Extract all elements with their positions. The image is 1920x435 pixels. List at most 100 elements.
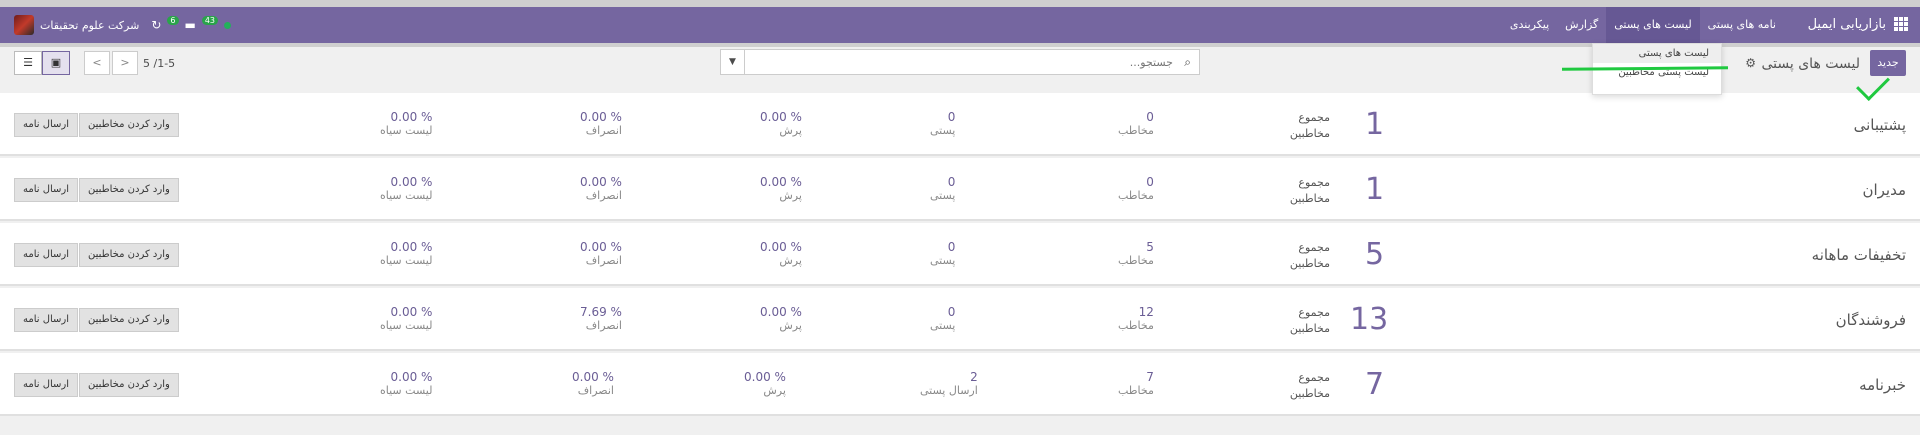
total-label: مجموع مخاطبین xyxy=(1290,370,1330,402)
contact-count: 13 xyxy=(1350,302,1389,337)
stat-value: 0.00 % xyxy=(572,370,614,384)
stat-label: پستی xyxy=(930,254,956,267)
contact-count: 1 xyxy=(1365,107,1385,142)
list-name[interactable]: تخفیفات ماهانه xyxy=(1812,246,1906,264)
total-label-sub: مخاطبین xyxy=(1289,322,1330,335)
import-contacts-button[interactable]: وارد کردن مخاطبین xyxy=(79,243,179,267)
total-label-sub: مخاطبین xyxy=(1289,192,1330,205)
search-options-caret-icon[interactable]: ▼ xyxy=(721,49,745,75)
menu-mailing-lists[interactable]: لیست های پستی xyxy=(1606,7,1700,43)
contact-count: 1 xyxy=(1365,172,1385,207)
app-brand[interactable]: بازاریابی ایمیل xyxy=(1808,17,1886,32)
search-bar: ⌕ ▼ xyxy=(720,49,1200,75)
stat-label: پستی xyxy=(930,189,956,202)
stat-blacklist: 0.00 % لیست سیاه xyxy=(380,305,432,332)
stat-contacts: 5 مخاطب xyxy=(1118,240,1154,267)
total-label: مجموع مخاطبین xyxy=(1290,240,1330,272)
send-mailing-button[interactable]: ارسال نامه xyxy=(14,373,79,397)
search-icon: ⌕ xyxy=(1184,55,1191,69)
stat-label: لیست سیاه xyxy=(380,319,433,332)
stat-label: پرش xyxy=(779,319,802,332)
activity-badge: 6 xyxy=(167,15,179,25)
import-contacts-button[interactable]: وارد کردن مخاطبین xyxy=(79,308,179,332)
contact-count: 7 xyxy=(1365,367,1385,402)
send-mailing-button[interactable]: ارسال نامه xyxy=(14,243,79,267)
list-item[interactable]: خبرنامه 7 مجموع مخاطبین 7 مخاطب 2 ارسال پست… xyxy=(0,353,1920,416)
send-mailing-button[interactable]: ارسال نامه xyxy=(14,113,79,137)
stat-contacts: 0 مخاطب xyxy=(1118,110,1154,137)
stat-value: 0.00 % xyxy=(580,175,622,189)
company-switcher[interactable]: شرکت علوم تحقیقات xyxy=(40,19,139,32)
stat-value: 0 xyxy=(1146,175,1154,189)
stat-label: انصراف xyxy=(585,124,622,137)
systray: شرکت علوم تحقیقات ↻ 6 ▬ 43 xyxy=(14,14,232,36)
stat-label: لیست سیاه xyxy=(380,254,433,267)
pager-value[interactable]: 5 /1-5 xyxy=(143,57,175,70)
user-avatar[interactable] xyxy=(14,15,34,35)
stat-label: پرش xyxy=(763,384,786,397)
stat-bounce: 0.00 % پرش xyxy=(760,305,802,332)
import-contacts-button[interactable]: وارد کردن مخاطبین xyxy=(79,113,179,137)
list-name[interactable]: مدیران xyxy=(1862,181,1906,199)
list-item[interactable]: فروشندگان 13 مجموع مخاطبین 12 مخاطب 0 پستی … xyxy=(0,288,1920,351)
stat-mailings: 0 پستی xyxy=(930,240,955,267)
import-contacts-button[interactable]: وارد کردن مخاطبین xyxy=(79,178,179,202)
stat-value: 0.00 % xyxy=(760,240,802,254)
list-item[interactable]: مدیران 1 مجموع مخاطبین 0 مخاطب 0 پستی 0.00 … xyxy=(0,158,1920,221)
kanban-view-icon[interactable]: ▣ xyxy=(42,51,70,75)
total-label-sub: مخاطبین xyxy=(1289,257,1330,270)
send-mailing-button[interactable]: ارسال نامه xyxy=(14,178,79,202)
send-mailing-button[interactable]: ارسال نامه xyxy=(14,308,79,332)
list-view-icon[interactable]: ☰ xyxy=(14,51,42,75)
menu-configuration[interactable]: پیکربندی xyxy=(1502,7,1557,43)
gear-icon[interactable]: ⚙ xyxy=(1745,56,1756,70)
stat-optout: 0.00 % انصراف xyxy=(580,110,622,137)
apps-grid-icon[interactable] xyxy=(1894,17,1908,31)
list-name[interactable]: پشتیبانی xyxy=(1854,116,1906,134)
stat-blacklist: 0.00 % لیست سیاه xyxy=(380,110,432,137)
chat-bubbles-icon[interactable]: ▬ xyxy=(185,18,196,32)
online-status-icon xyxy=(224,21,232,29)
search-input[interactable] xyxy=(753,52,1173,72)
row-actions: ارسال نامه وارد کردن مخاطبین xyxy=(14,243,179,267)
stat-blacklist: 0.00 % لیست سیاه xyxy=(380,175,432,202)
stat-value: 0.00 % xyxy=(580,110,622,124)
activity-clock-icon[interactable]: ↻ xyxy=(151,18,161,32)
list-name[interactable]: خبرنامه xyxy=(1859,376,1906,394)
mailing-list-rows: پشتیبانی 1 مجموع مخاطبین 0 مخاطب 0 پستی 0.0… xyxy=(0,93,1920,418)
total-label-top: مجموع xyxy=(1298,176,1330,189)
list-name[interactable]: فروشندگان xyxy=(1836,311,1906,329)
stat-label: لیست سیاه xyxy=(380,124,433,137)
messages-badge: 43 xyxy=(201,15,219,25)
stat-value: 0.00 % xyxy=(760,110,802,124)
stat-label: انصراف xyxy=(585,319,622,332)
menu-mailings[interactable]: نامه های پستی xyxy=(1700,7,1784,43)
stat-label: پستی xyxy=(930,124,956,137)
stat-mailings: 0 پستی xyxy=(930,110,955,137)
dropdown-item-mailing-lists[interactable]: لیست های پستی xyxy=(1593,44,1721,63)
stat-bounce: 0.00 % پرش xyxy=(760,175,802,202)
pager-prev-icon[interactable]: < xyxy=(84,51,110,75)
stat-value: 0.00 % xyxy=(760,305,802,319)
menu-reporting[interactable]: گزارش xyxy=(1557,7,1606,43)
stat-contacts: 0 مخاطب xyxy=(1118,175,1154,202)
pager-next-icon[interactable]: > xyxy=(112,51,138,75)
total-label: مجموع مخاطبین xyxy=(1290,305,1330,337)
stat-value: 0.00 % xyxy=(580,240,622,254)
main-navbar: بازاریابی ایمیل نامه های پستی لیست های پ… xyxy=(0,7,1920,43)
total-label-top: مجموع xyxy=(1298,306,1330,319)
stat-bounce: 0.00 % پرش xyxy=(760,110,802,137)
stat-value: 0 xyxy=(947,110,956,124)
list-item[interactable]: پشتیبانی 1 مجموع مخاطبین 0 مخاطب 0 پستی 0.0… xyxy=(0,93,1920,156)
stat-label: مخاطب xyxy=(1118,189,1154,202)
stat-label: مخاطب xyxy=(1118,254,1154,267)
stat-value: 0.00 % xyxy=(390,370,433,384)
stat-label: انصراف xyxy=(577,384,614,397)
import-contacts-button[interactable]: وارد کردن مخاطبین xyxy=(79,373,179,397)
view-switcher: ☰ ▣ xyxy=(14,51,70,75)
stat-value: 0.00 % xyxy=(390,240,433,254)
stat-label: مخاطب xyxy=(1118,124,1154,137)
total-label: مجموع مخاطبین xyxy=(1290,110,1330,142)
row-actions: ارسال نامه وارد کردن مخاطبین xyxy=(14,373,179,397)
list-item[interactable]: تخفیفات ماهانه 5 مجموع مخاطبین 5 مخاطب 0 پس… xyxy=(0,223,1920,286)
